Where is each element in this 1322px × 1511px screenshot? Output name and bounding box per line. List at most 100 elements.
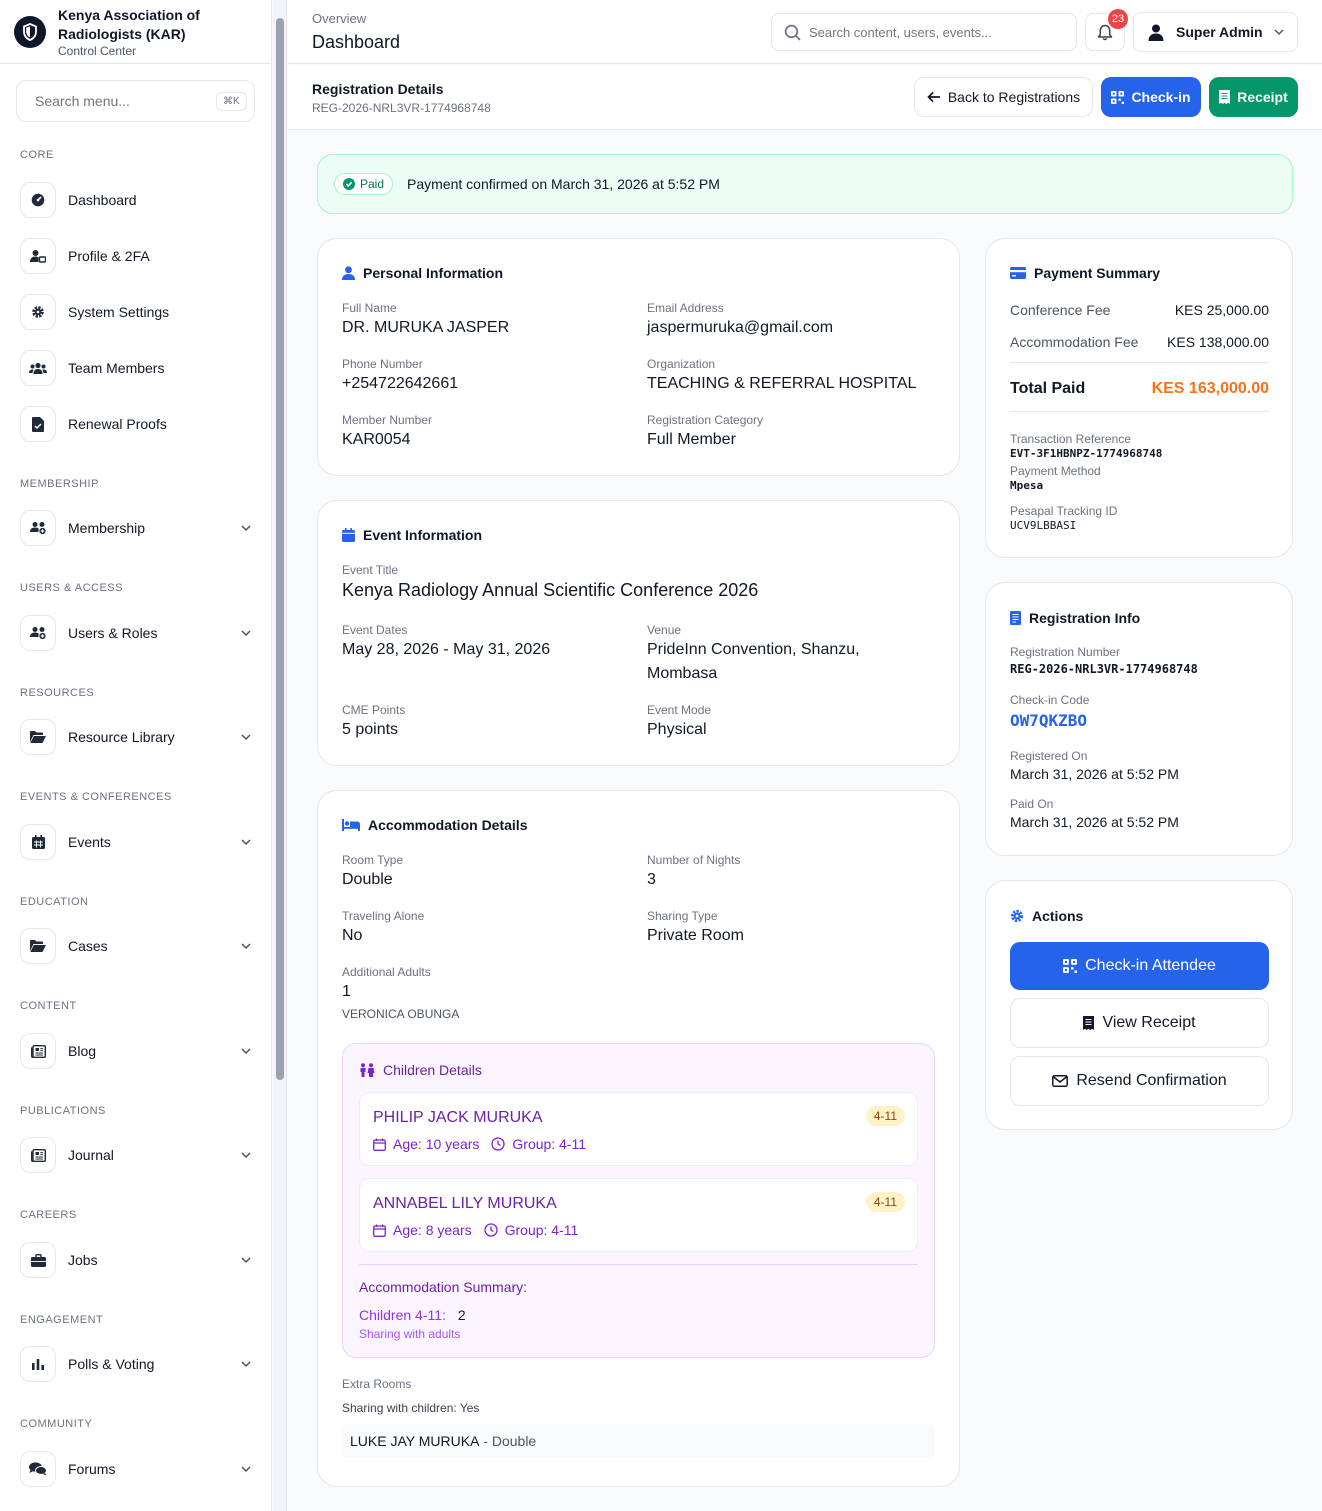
row-label: Accommodation Fee (1010, 334, 1139, 350)
conference-fee-row: Conference Fee KES 25,000.00 (1010, 302, 1269, 318)
qrcode-icon (1111, 90, 1125, 104)
field-value: Private Room (647, 927, 744, 944)
field-label: Phone Number (342, 357, 423, 371)
extra-room-type: - Double (479, 1433, 537, 1449)
sidebar-item-team[interactable]: Team Members (20, 350, 256, 386)
section-title: Registration Details (312, 81, 444, 97)
field-label: Sharing Type (647, 909, 718, 923)
child-age: Age: 8 years (393, 1222, 472, 1238)
sharing-type-field: Sharing Type Private Room (647, 909, 744, 947)
email-field: Email Address jaspermuruka@gmail.com (647, 301, 833, 339)
user-menu[interactable]: Super Admin (1133, 12, 1298, 52)
shield-icon (14, 15, 46, 48)
sidebar-item-cases[interactable]: Cases (20, 928, 256, 964)
card-title: Accommodation Details (342, 817, 527, 833)
sidebar-item-label: System Settings (68, 304, 170, 320)
field-label: Room Type (342, 853, 404, 867)
nights-field: Number of Nights 3 (647, 853, 740, 891)
chevron-down-icon (241, 943, 251, 950)
sidebar-item-events[interactable]: Events (20, 824, 256, 860)
registration-info-card: Registration Info Registration Number RE… (985, 582, 1293, 856)
checkin-attendee-button[interactable]: Check-in Attendee (1010, 942, 1269, 990)
sidebar-item-renewal[interactable]: Renewal Proofs (20, 406, 256, 442)
child-meta: Age: 10 years Group: 4-11 (373, 1136, 586, 1152)
sidebar-item-label: Journal (68, 1147, 114, 1163)
sidebar-item-resource-library[interactable]: Resource Library (20, 719, 256, 755)
briefcase-icon (20, 1242, 56, 1278)
sidebar-item-profile[interactable]: Profile & 2FA (20, 238, 256, 274)
brand[interactable]: Kenya Association of Radiologists (KAR) … (0, 0, 271, 64)
organization-field: Organization TEACHING & REFERRAL HOSPITA… (647, 357, 916, 395)
checkin-label: Check-in (1131, 89, 1191, 105)
check-circle-icon (343, 178, 355, 190)
tracking-id: UCV9LBBASI (1010, 519, 1077, 532)
sidebar-item-blog[interactable]: Blog (20, 1033, 256, 1069)
sidebar-item-label: Users & Roles (68, 625, 158, 641)
menu-search-input[interactable] (35, 93, 216, 109)
back-to-registrations-button[interactable]: Back to Registrations (914, 77, 1093, 117)
brand-name-line2: Radiologists (KAR) (58, 25, 186, 42)
divider (1010, 362, 1269, 363)
tracking-label: Pesapal Tracking ID (1010, 504, 1118, 518)
field-value: DR. MURUKA JASPER (342, 319, 510, 336)
row-value: KES 163,000.00 (1151, 380, 1269, 397)
checkin-button[interactable]: Check-in (1101, 77, 1201, 117)
chevron-down-icon (241, 1361, 251, 1368)
sidebar-item-users-roles[interactable]: Users & Roles (20, 615, 256, 651)
event-dates-field: Event Dates May 28, 2026 - May 31, 2026 (342, 623, 550, 661)
field-value: Physical (647, 721, 707, 738)
sidebar-item-forums[interactable]: Forums (20, 1451, 256, 1487)
venue-field: Venue PrideInn Convention, Shanzu, Momba… (647, 623, 860, 685)
calendar-icon (342, 528, 355, 542)
gear-icon (1010, 909, 1024, 923)
summary-note: Sharing with adults (359, 1327, 461, 1341)
sidebar-item-polls[interactable]: Polls & Voting (20, 1346, 256, 1382)
sidebar-item-jobs[interactable]: Jobs (20, 1242, 256, 1278)
row-label: Total Paid (1010, 380, 1086, 397)
paid-on: March 31, 2026 at 5:52 PM (1010, 814, 1179, 830)
field-value: +254722642661 (342, 375, 459, 392)
field-label: Member Number (342, 413, 433, 427)
menu-search[interactable]: ⌘K (16, 80, 255, 122)
child-card: ANNABEL LILY MURUKA Age: 8 years Group: … (359, 1178, 918, 1252)
field-value: 5 points (342, 721, 399, 738)
field-value: Double (342, 871, 393, 888)
sidebar-item-dashboard[interactable]: Dashboard (20, 182, 256, 218)
section-events: EVENTS & CONFERENCES (20, 791, 172, 803)
sidebar-item-label: Membership (68, 520, 146, 536)
resend-confirmation-button[interactable]: Resend Confirmation (1010, 1056, 1269, 1106)
field-value: May 28, 2026 - May 31, 2026 (342, 641, 551, 658)
section-membership: MEMBERSHIP (20, 478, 99, 490)
sidebar-item-membership[interactable]: Membership (20, 510, 256, 546)
clock-icon (491, 1137, 506, 1151)
method-label: Payment Method (1010, 464, 1101, 478)
scrollbar-thumb[interactable] (276, 18, 284, 1080)
payment-status-banner: Paid Payment confirmed on March 31, 2026… (317, 154, 1293, 214)
breadcrumb[interactable]: Overview (312, 11, 366, 26)
extra-room-row: LUKE JAY MURUKA - Double (342, 1424, 935, 1458)
newspaper-icon (20, 1033, 56, 1069)
shortcut-badge: ⌘K (216, 91, 247, 111)
receipt-button[interactable]: Receipt (1209, 77, 1298, 117)
personal-info-card: Personal Information Full Name DR. MURUK… (317, 238, 960, 476)
document-icon (1010, 611, 1021, 625)
child-name: ANNABEL LILY MURUKA (373, 1195, 557, 1212)
sidebar-item-journal[interactable]: Journal (20, 1137, 256, 1173)
card-title-text: Personal Information (363, 265, 504, 281)
age-group-badge: 4-11 (865, 1106, 905, 1126)
global-search-input[interactable] (809, 24, 1064, 40)
registration-reference: REG-2026-NRL3VR-1774968748 (312, 101, 491, 115)
sidebar-scrollbar[interactable] (273, 0, 287, 1511)
dashboard-icon (20, 182, 56, 218)
card-title-text: Registration Info (1029, 610, 1141, 626)
field-label: Additional Adults (342, 965, 431, 979)
view-receipt-button[interactable]: View Receipt (1010, 998, 1269, 1048)
field-value: Full Member (647, 431, 736, 448)
section-education: EDUCATION (20, 896, 89, 908)
room-type-field: Room Type Double (342, 853, 403, 891)
global-search[interactable] (771, 13, 1077, 51)
calendar-icon (373, 1224, 386, 1237)
users-group-icon (20, 510, 56, 546)
sidebar-item-settings[interactable]: System Settings (20, 294, 256, 330)
section-users-access: USERS & ACCESS (20, 582, 123, 594)
